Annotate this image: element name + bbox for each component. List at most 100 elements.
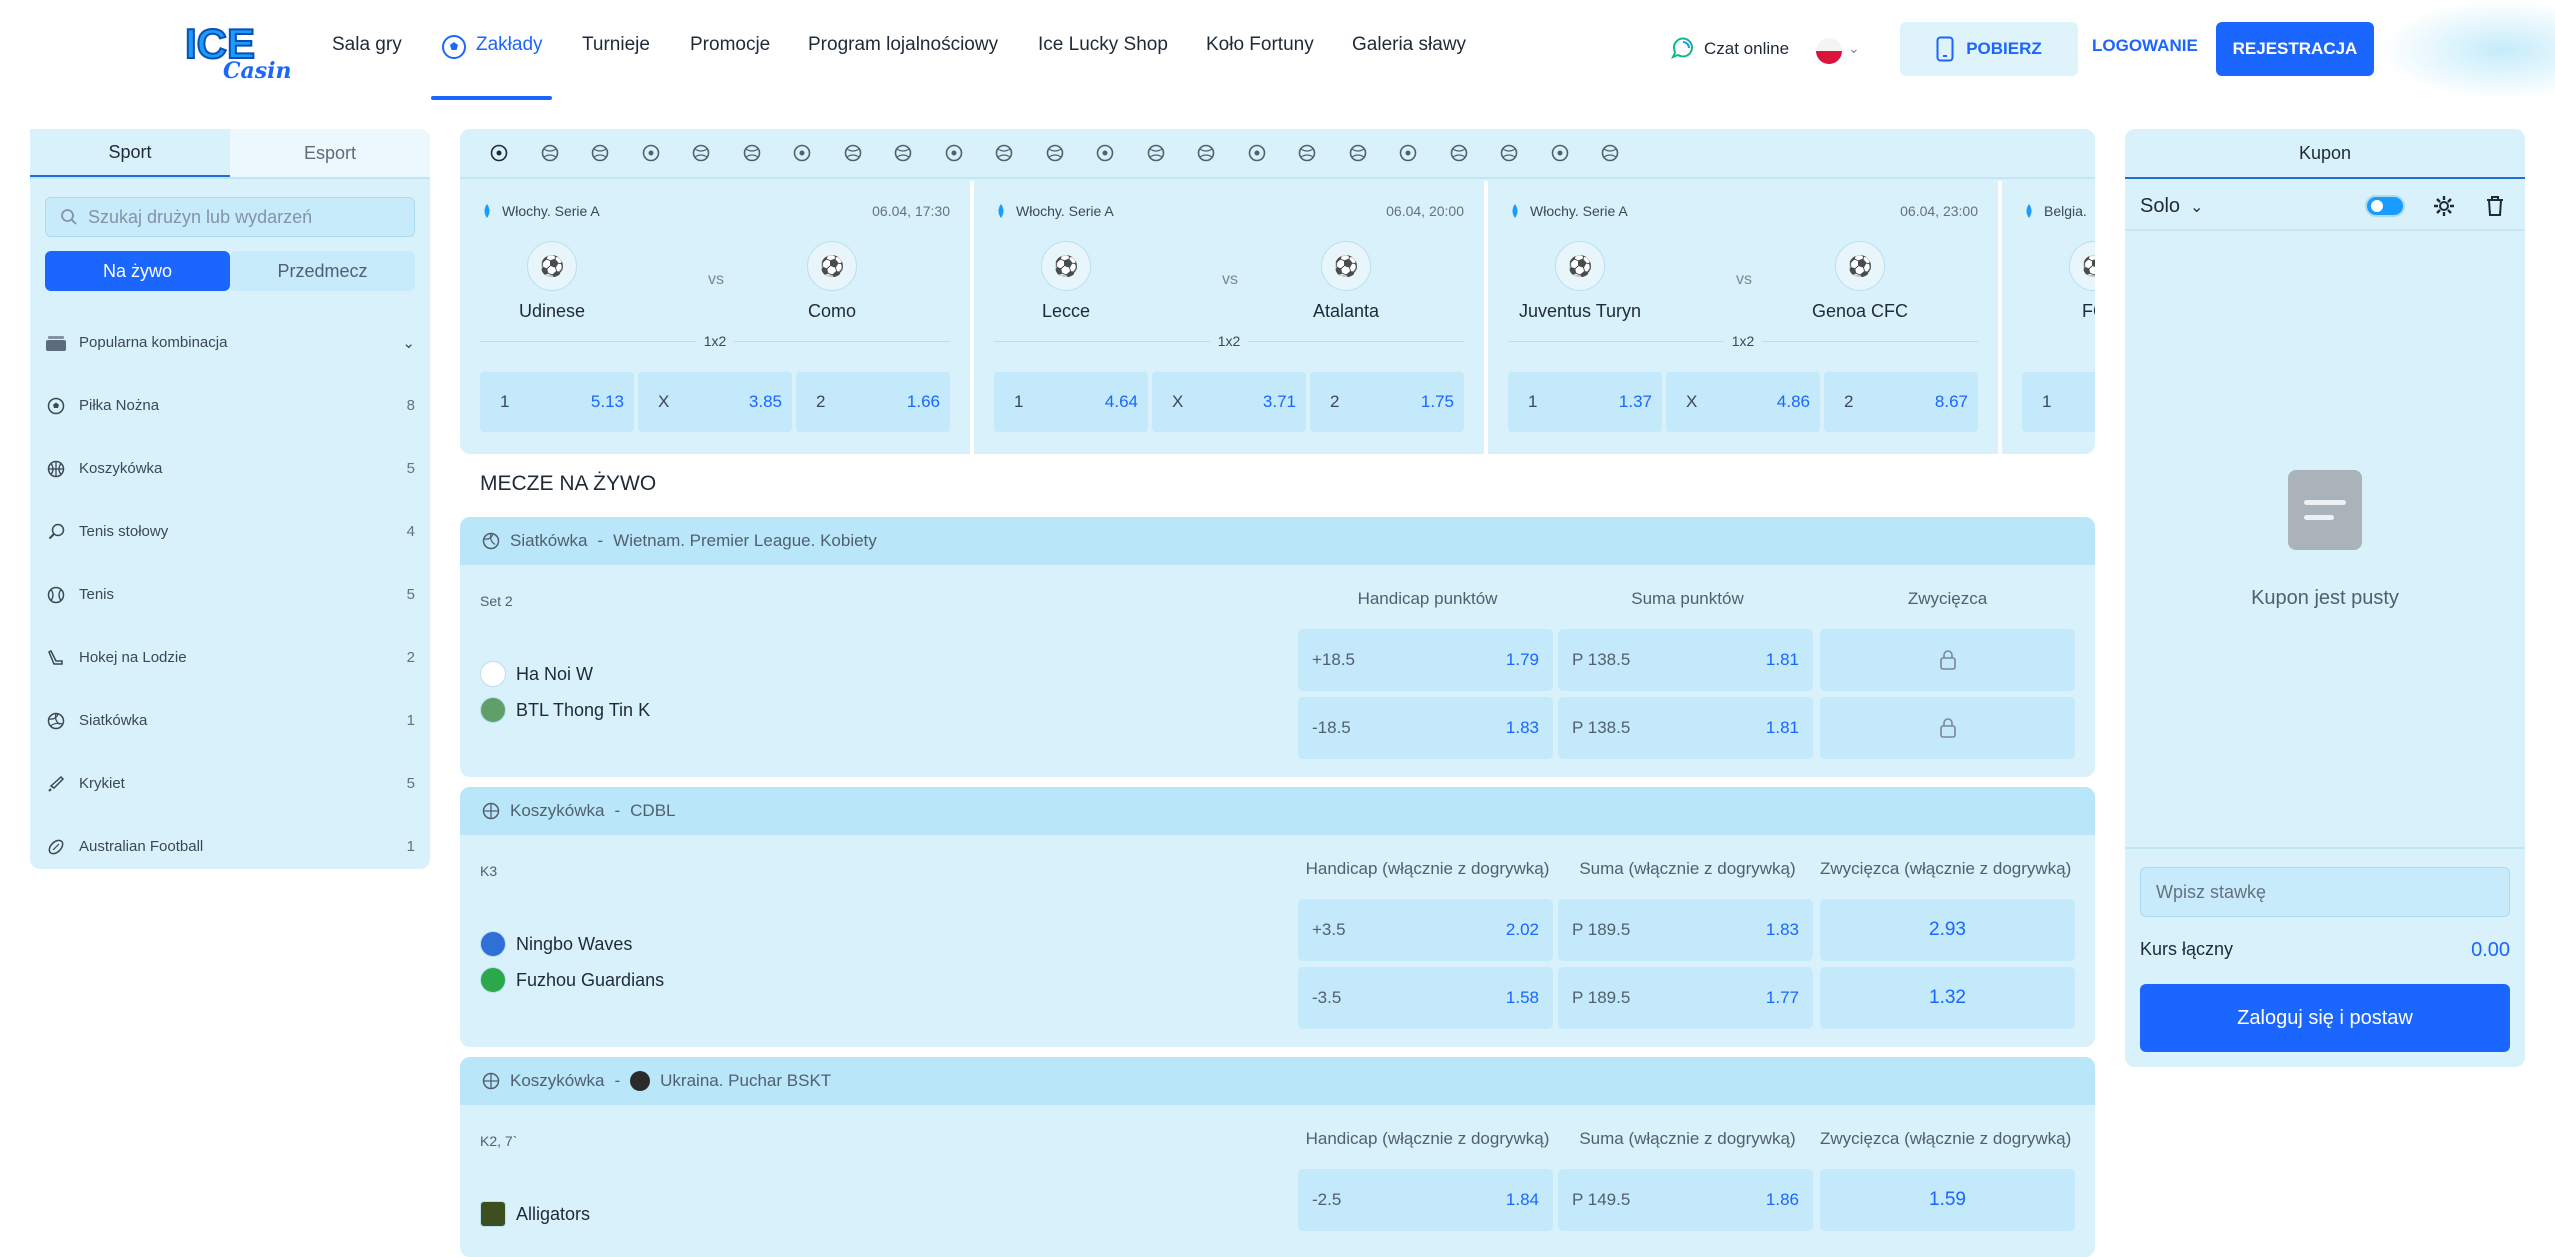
odds-button[interactable]: 1.32 xyxy=(1820,967,2075,1029)
ice-casino-logo[interactable]: ICE Casino xyxy=(183,18,291,82)
featured-match-card[interactable]: Włochy. Serie A 06.04, 23:00 ⚽ Juventus Tur… xyxy=(1488,181,1998,454)
sidebar-item-krykiet[interactable]: Krykiet 5 xyxy=(30,752,430,815)
sport-filter-badminton-icon[interactable] xyxy=(1232,128,1283,178)
sidebar-item-australian-football[interactable]: Australian Football 1 xyxy=(30,815,430,878)
team-row[interactable]: Ha Noi W xyxy=(480,661,593,687)
nav-promocje[interactable]: Promocje xyxy=(690,34,770,56)
sidebar-item-pilka-nozna[interactable]: Piłka Nożna 8 xyxy=(30,374,430,437)
event-header[interactable]: Koszykówka - Ukraina. Puchar BSKT xyxy=(460,1057,2095,1105)
sidebar-item-hokej[interactable]: Hokej na Lodzie 2 xyxy=(30,626,430,689)
coupon-mode-select[interactable]: Solo ⌄ xyxy=(2140,195,2203,218)
odds-button[interactable]: P 149.5 1.86 xyxy=(1558,1169,1813,1231)
trash-icon[interactable] xyxy=(2485,195,2505,217)
odds-button[interactable]: +3.5 2.02 xyxy=(1298,899,1553,961)
gear-icon[interactable] xyxy=(2433,195,2455,217)
coupon-title[interactable]: Kupon xyxy=(2125,129,2525,179)
odds-button[interactable]: P 138.5 1.81 xyxy=(1558,629,1813,691)
odds-button[interactable]: X 3.71 xyxy=(1152,372,1306,432)
odds-button[interactable]: -3.5 1.58 xyxy=(1298,967,1553,1029)
odds-button[interactable]: P 138.5 1.81 xyxy=(1558,697,1813,759)
odds-button[interactable]: -2.5 1.84 xyxy=(1298,1169,1553,1231)
odds-button[interactable]: 2 1.66 xyxy=(796,372,950,432)
event-header[interactable]: Koszykówka - CDBL xyxy=(460,787,2095,835)
stake-input[interactable]: Wpisz stawkę xyxy=(2140,867,2510,917)
featured-match-card[interactable]: Belgia. ⚽ FC 1 xyxy=(2002,181,2095,454)
register-button[interactable]: REJESTRACJA xyxy=(2216,22,2374,76)
search-input[interactable]: Szukaj drużyn lub wydarzeń xyxy=(45,197,415,237)
nav-sala-gry[interactable]: Sala gry xyxy=(332,34,402,56)
sport-filter-futsal-icon[interactable] xyxy=(878,128,929,178)
sport-filter-cricket-icon[interactable] xyxy=(979,128,1030,178)
sport-filter-cycling-icon[interactable] xyxy=(1383,128,1434,178)
sidebar-item-siatkowka[interactable]: Siatkówka 1 xyxy=(30,689,430,752)
featured-match-card[interactable]: Włochy. Serie A 06.04, 20:00 ⚽ Lecce vs ⚽ Atal… xyxy=(974,181,1484,454)
odds-line: +3.5 xyxy=(1312,920,1346,939)
sport-filter-table-tennis-icon[interactable] xyxy=(575,128,626,178)
toggle-prematch[interactable]: Przedmecz xyxy=(230,251,415,291)
odds-button[interactable]: 1.59 xyxy=(1820,1169,2075,1231)
team-row[interactable]: Ningbo Waves xyxy=(480,931,632,957)
sport-filter-darts-icon[interactable] xyxy=(777,128,828,178)
odds-button[interactable]: 1 xyxy=(2022,372,2095,432)
decorative-glow xyxy=(2380,0,2555,100)
nav-ice-lucky-shop[interactable]: Ice Lucky Shop xyxy=(1038,34,1168,56)
login-button[interactable]: LOGOWANIE xyxy=(2092,36,2198,56)
team-row[interactable]: Alligators xyxy=(480,1201,590,1227)
sport-filter-american-football-icon[interactable] xyxy=(1282,128,1333,178)
odds-button[interactable]: X 4.86 xyxy=(1666,372,1820,432)
event-header[interactable]: Siatkówka - Wietnam. Premier League. Kob… xyxy=(460,517,2095,565)
sport-filter-field-hockey-icon[interactable] xyxy=(1333,128,1384,178)
nav-kolo-fortuny[interactable]: Koło Fortuny xyxy=(1206,34,1314,56)
odds-button[interactable]: X 3.85 xyxy=(638,372,792,432)
team-row[interactable]: Fuzhou Guardians xyxy=(480,967,664,993)
language-flag-icon[interactable] xyxy=(1816,38,1842,64)
sport-filter-handball-icon[interactable] xyxy=(929,128,980,178)
odds-button[interactable]: +18.5 1.79 xyxy=(1298,629,1553,691)
sport-filter-baseball-icon[interactable] xyxy=(727,128,778,178)
sport-filter-water-polo-icon[interactable] xyxy=(1434,128,1485,178)
odds-button[interactable]: 2.93 xyxy=(1820,899,2075,961)
chevron-down-icon[interactable]: ⌄ xyxy=(402,334,415,352)
sidebar-item-tenis[interactable]: Tenis 5 xyxy=(30,563,430,626)
login-and-bet-button[interactable]: Zaloguj się i postaw xyxy=(2140,984,2510,1052)
toggle-live[interactable]: Na żywo xyxy=(45,251,230,291)
team-row[interactable]: BTL Thong Tin K xyxy=(480,697,650,723)
odds-line: -3.5 xyxy=(1312,988,1342,1007)
boxing-icon xyxy=(1046,144,1064,162)
odds-button[interactable]: 1 5.13 xyxy=(480,372,634,432)
sport-filter-snooker-icon[interactable] xyxy=(1131,128,1182,178)
nav-zaklady[interactable]: Zakłady xyxy=(476,34,543,56)
nav-program-lojalnosciowy[interactable]: Program lojalnościowy xyxy=(808,34,998,56)
odds-button[interactable]: 2 8.67 xyxy=(1824,372,1978,432)
odds-button[interactable]: 2 1.75 xyxy=(1310,372,1464,432)
sidebar-item-tenis-stolowy[interactable]: Tenis stołowy 4 xyxy=(30,500,430,563)
sport-filter-boxing-icon[interactable] xyxy=(1030,128,1081,178)
chevron-down-icon[interactable]: ⌄ xyxy=(1848,40,1860,57)
away-team: ⚽ Como xyxy=(752,241,912,322)
chat-online-button[interactable]: Czat online xyxy=(1670,36,1789,62)
sport-filter-bowling-icon[interactable] xyxy=(1484,128,1535,178)
featured-match-card[interactable]: Włochy. Serie A 06.04, 17:30 ⚽ Udinese vs ⚽ Co… xyxy=(460,181,970,454)
sport-filter-volleyball-icon[interactable] xyxy=(828,128,879,178)
odds-button[interactable]: 1 1.37 xyxy=(1508,372,1662,432)
nav-turnieje[interactable]: Turnieje xyxy=(582,34,650,56)
tab-esport[interactable]: Esport xyxy=(230,129,430,177)
sport-filter-soccer-icon[interactable] xyxy=(525,128,576,178)
sport-filter-rugby-icon[interactable] xyxy=(1181,128,1232,178)
nav-galeria-slawy[interactable]: Galeria sławy xyxy=(1352,34,1466,56)
sport-filter-all-sports-icon[interactable] xyxy=(474,128,525,178)
tab-sport[interactable]: Sport xyxy=(30,129,230,177)
quick-bet-toggle[interactable] xyxy=(2365,195,2405,217)
sport-filter-gaelic-football-icon[interactable] xyxy=(1585,128,1636,178)
download-button[interactable]: POBIERZ xyxy=(1900,22,2078,76)
odds-button[interactable]: -18.5 1.83 xyxy=(1298,697,1553,759)
sidebar-item-koszykowka[interactable]: Koszykówka 5 xyxy=(30,437,430,500)
odds-button[interactable]: P 189.5 1.77 xyxy=(1558,967,1813,1029)
sport-filter-ice-hockey-icon[interactable] xyxy=(676,128,727,178)
sidebar-item-popular[interactable]: Popularna kombinacja ⌄ xyxy=(30,311,430,374)
sport-filter-tennis-icon[interactable] xyxy=(626,128,677,178)
sport-filter-mma-icon[interactable] xyxy=(1080,128,1131,178)
odds-button[interactable]: 1 4.64 xyxy=(994,372,1148,432)
odds-button[interactable]: P 189.5 1.83 xyxy=(1558,899,1813,961)
sport-filter-australian-football-icon[interactable] xyxy=(1535,128,1586,178)
